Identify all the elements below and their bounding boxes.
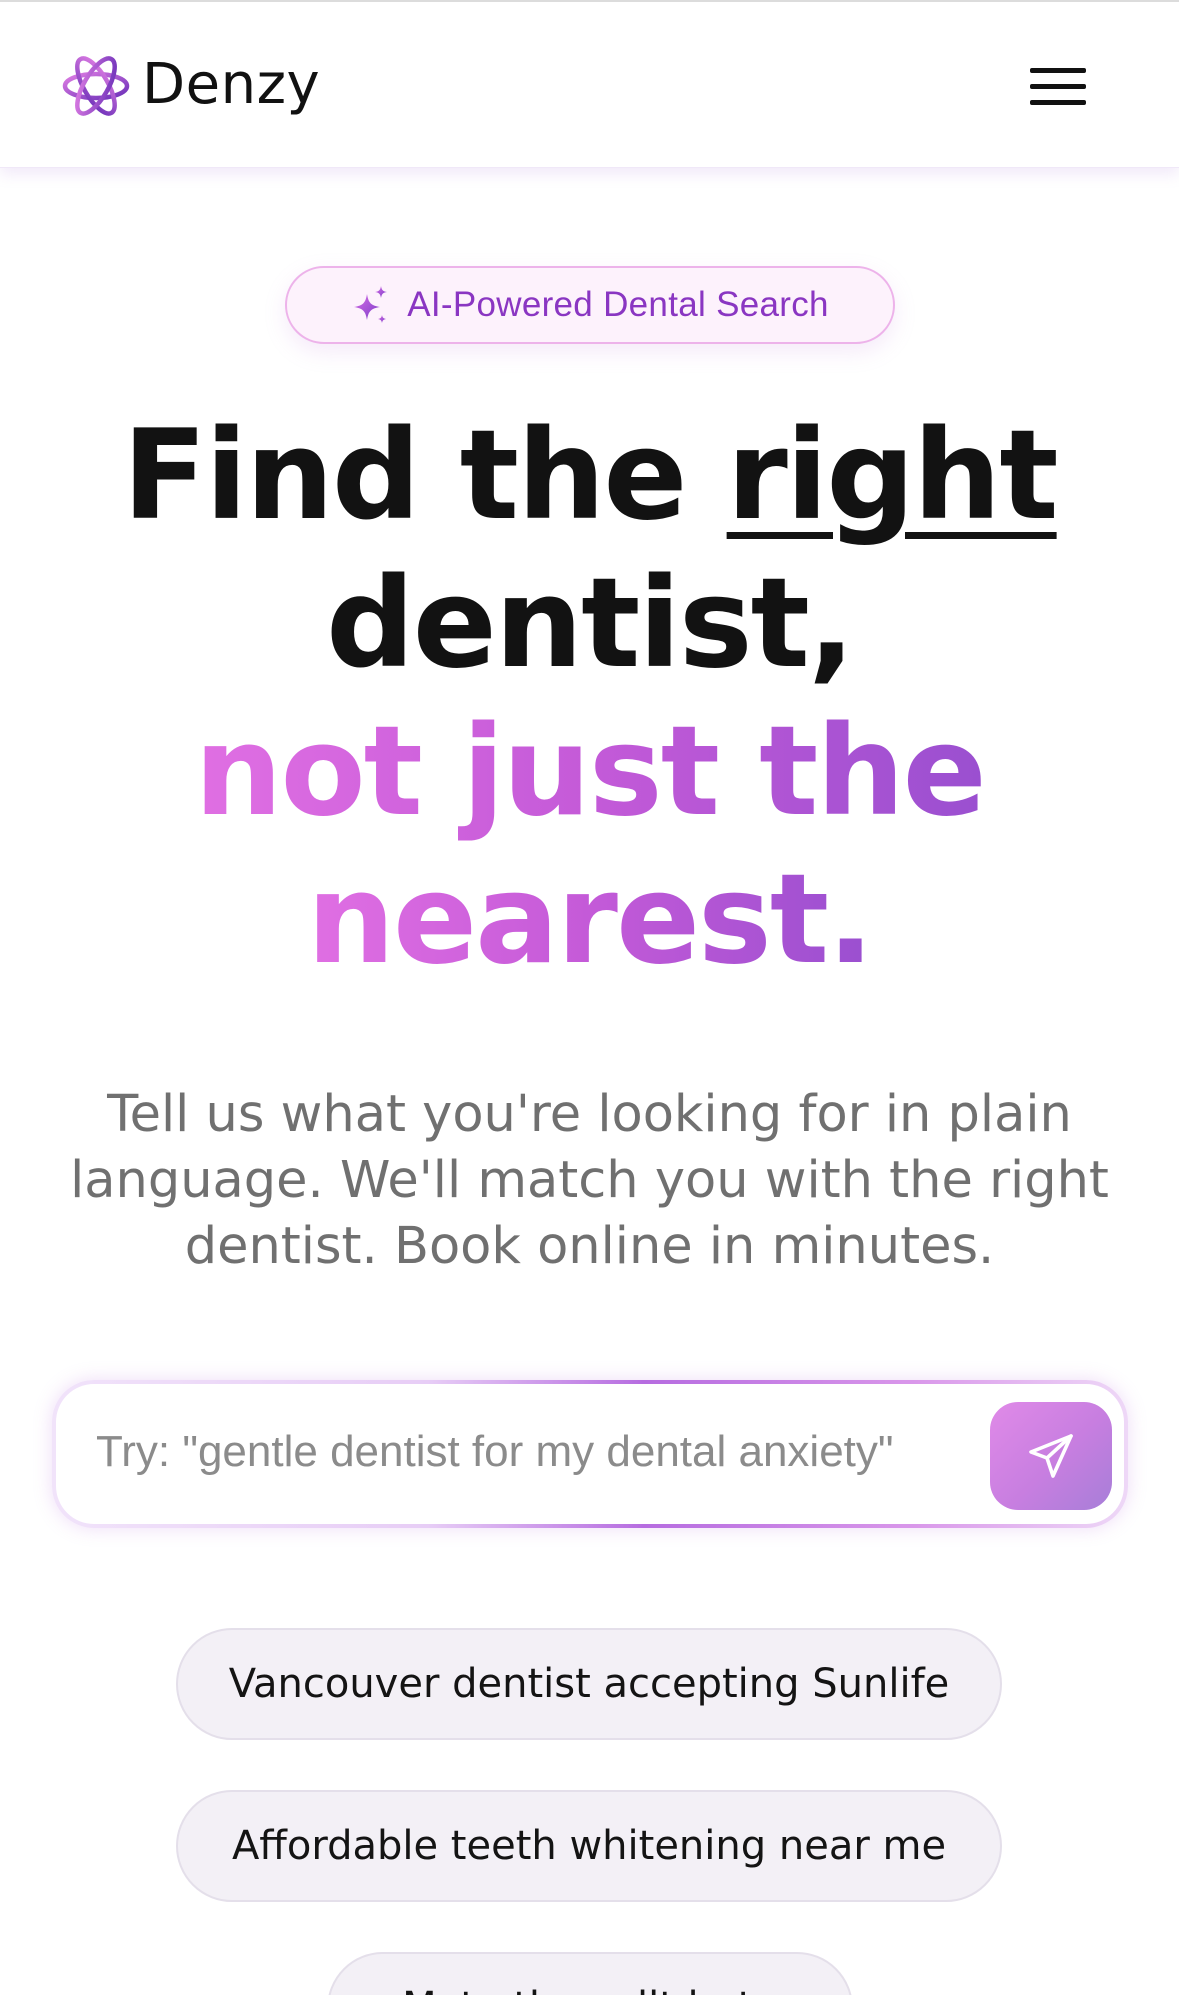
suggestion-chip[interactable]: Vancouver dentist accepting Sunlife <box>176 1628 1002 1740</box>
ai-search-badge: AI-Powered Dental Search <box>285 266 895 344</box>
headline-line-1-prefix: Find the <box>122 404 727 548</box>
menu-line <box>1030 84 1086 89</box>
atom-logo-icon <box>62 56 130 116</box>
search-input[interactable] <box>96 1410 1016 1494</box>
hamburger-menu-icon[interactable] <box>1030 66 1088 108</box>
brand-name: Denzy <box>142 52 321 117</box>
headline-line-4: nearest. <box>306 848 874 992</box>
search-bar-inner <box>56 1384 1124 1524</box>
brand-logo[interactable]: Denzy <box>60 46 320 124</box>
search-bar <box>52 1380 1128 1528</box>
headline-line-3: not just the <box>194 700 987 844</box>
suggestion-chip[interactable]: Myte thes allt beta <box>327 1952 853 1995</box>
menu-line <box>1030 100 1086 105</box>
send-paper-plane-icon <box>1029 1434 1073 1478</box>
send-button[interactable] <box>990 1402 1112 1510</box>
badge-label: AI-Powered Dental Search <box>407 285 829 324</box>
page: Denzy AI-Powered Dental Search Find the … <box>0 0 1179 1995</box>
menu-line <box>1030 68 1086 73</box>
headline-emphasis-right: right <box>726 404 1059 548</box>
headline-line-2: dentist, <box>325 552 855 696</box>
sparkle-icon <box>354 286 388 323</box>
hero-headline: Find the right dentist, not just the nea… <box>0 402 1179 994</box>
suggestion-chip[interactable]: Affordable teeth whitening near me <box>176 1790 1002 1902</box>
hero-subtitle: Tell us what you're looking for in plain… <box>70 1085 1109 1276</box>
top-navbar: Denzy <box>0 2 1179 168</box>
